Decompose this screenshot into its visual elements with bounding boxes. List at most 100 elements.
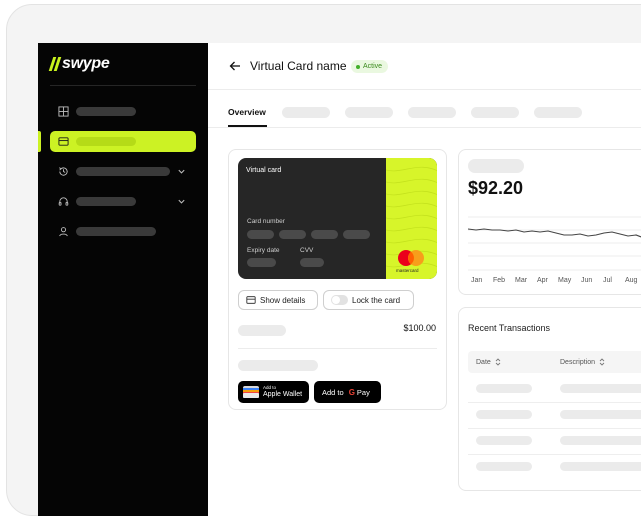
card-number-segment xyxy=(311,230,338,239)
sort-icon xyxy=(495,358,501,366)
chevron-down-icon[interactable] xyxy=(177,167,186,176)
apple-wallet-big: Apple Wallet xyxy=(263,390,303,398)
status-badge: Active xyxy=(351,60,389,73)
card-amount: $100.00 xyxy=(403,323,436,333)
table-row[interactable] xyxy=(560,436,641,445)
card-title: Virtual card xyxy=(246,167,282,174)
google-g-icon: G xyxy=(348,387,355,397)
table-row[interactable] xyxy=(476,384,532,393)
card-number-segment xyxy=(279,230,306,239)
tab-placeholder[interactable] xyxy=(471,107,519,118)
show-details-label: Show details xyxy=(260,295,306,305)
history-icon xyxy=(59,167,68,176)
month-label: Jul xyxy=(603,277,612,284)
page-title: Virtual Card name xyxy=(250,59,347,73)
amount-label-placeholder xyxy=(238,325,286,336)
card-icon xyxy=(58,137,69,146)
sidebar-item-profile[interactable] xyxy=(50,221,196,242)
column-date-label: Date xyxy=(476,358,491,366)
sort-icon xyxy=(599,358,605,366)
section-divider xyxy=(238,348,437,349)
google-pay-label: Pay xyxy=(356,387,370,397)
sidebar-item-dashboard[interactable] xyxy=(50,101,196,122)
tab-placeholder[interactable] xyxy=(534,107,582,118)
sidebar-item-label-placeholder xyxy=(76,107,136,116)
sidebar: swype xyxy=(38,43,208,516)
cvv-label: CVV xyxy=(300,247,314,254)
column-description-label: Description xyxy=(560,358,596,366)
month-label: Mar xyxy=(515,277,528,284)
sidebar-item-label-placeholder xyxy=(76,167,170,176)
month-label: Feb xyxy=(493,277,506,284)
card-panel: Virtual card Card number Expiry date CVV… xyxy=(228,149,447,410)
tab-bar: Overview xyxy=(208,90,641,128)
page-header: Virtual Card name Active xyxy=(208,43,641,90)
brand-name: swype xyxy=(62,55,110,72)
sidebar-item-cards[interactable] xyxy=(50,131,196,152)
table-row[interactable] xyxy=(560,384,641,393)
transactions-panel: Recent Transactions Date Description xyxy=(458,307,641,491)
headset-icon xyxy=(58,197,69,206)
tab-overview[interactable]: Overview xyxy=(228,107,266,117)
card-number-label: Card number xyxy=(247,218,285,225)
month-label: May xyxy=(558,277,572,284)
table-row[interactable] xyxy=(476,436,532,445)
sidebar-item-history[interactable] xyxy=(50,161,196,182)
balance-amount: $92.20 xyxy=(468,178,524,198)
balance-panel: $92.20 Jan Feb Mar Apr May Jun Jul Aug xyxy=(458,149,641,295)
sidebar-item-support[interactable] xyxy=(50,191,196,212)
balance-label-placeholder xyxy=(468,159,524,173)
transactions-title: Recent Transactions xyxy=(468,323,551,333)
month-label: Jan xyxy=(471,277,483,284)
table-row[interactable] xyxy=(476,410,532,419)
expiry-label: Expiry date xyxy=(247,247,280,254)
month-label: Apr xyxy=(537,277,548,284)
card-number-segment xyxy=(343,230,370,239)
show-details-button[interactable]: Show details xyxy=(238,290,318,310)
row-divider xyxy=(468,454,641,455)
tab-active-indicator xyxy=(228,125,267,127)
add-to-apple-wallet-button[interactable]: Add to Apple Wallet xyxy=(238,381,309,403)
lock-card-button[interactable]: Lock the card xyxy=(323,290,414,310)
logo-mark-icon xyxy=(48,57,62,71)
expiry-value xyxy=(247,258,276,267)
add-to-google-pay-button[interactable]: Add to G Pay xyxy=(314,381,381,403)
google-pay-prefix: Add to xyxy=(322,387,344,397)
chevron-down-icon[interactable] xyxy=(177,197,186,206)
wallet-label-placeholder xyxy=(238,360,318,371)
main-content: Virtual Card name Active Overview Virtua… xyxy=(208,43,641,516)
row-divider xyxy=(468,428,641,429)
table-row[interactable] xyxy=(560,410,641,419)
status-text: Active xyxy=(363,63,383,70)
transactions-table-header: Date Description xyxy=(468,351,641,373)
sidebar-item-label-placeholder xyxy=(76,137,136,146)
row-divider xyxy=(468,402,641,403)
card-network-text: mastercard xyxy=(396,268,419,273)
column-date[interactable]: Date xyxy=(476,358,501,366)
card-number-segment xyxy=(247,230,274,239)
sidebar-divider xyxy=(50,85,196,86)
apple-wallet-text: Add to Apple Wallet xyxy=(263,386,302,398)
virtual-card[interactable]: Virtual card Card number Expiry date CVV… xyxy=(238,158,437,279)
lock-toggle[interactable] xyxy=(331,295,348,305)
sidebar-item-label-placeholder xyxy=(76,227,156,236)
brand-logo[interactable]: swype xyxy=(48,55,110,73)
tab-placeholder[interactable] xyxy=(282,107,330,118)
mastercard-logo-icon xyxy=(398,250,424,266)
table-row[interactable] xyxy=(560,462,641,471)
balance-sparkline xyxy=(468,216,641,271)
app: swype Virtual Card name Active Overview … xyxy=(38,43,641,516)
tab-placeholder[interactable] xyxy=(345,107,393,118)
wallet-icon xyxy=(243,386,259,398)
cvv-value xyxy=(300,258,324,267)
grid-icon xyxy=(58,106,69,117)
month-label: Jun xyxy=(581,277,593,284)
table-row[interactable] xyxy=(476,462,532,471)
card-icon xyxy=(246,296,256,304)
column-description[interactable]: Description xyxy=(560,358,605,366)
back-arrow-icon[interactable] xyxy=(229,60,241,72)
tab-placeholder[interactable] xyxy=(408,107,456,118)
status-dot-icon xyxy=(356,64,360,69)
lock-card-label: Lock the card xyxy=(352,295,401,305)
active-nav-marker xyxy=(38,131,41,152)
